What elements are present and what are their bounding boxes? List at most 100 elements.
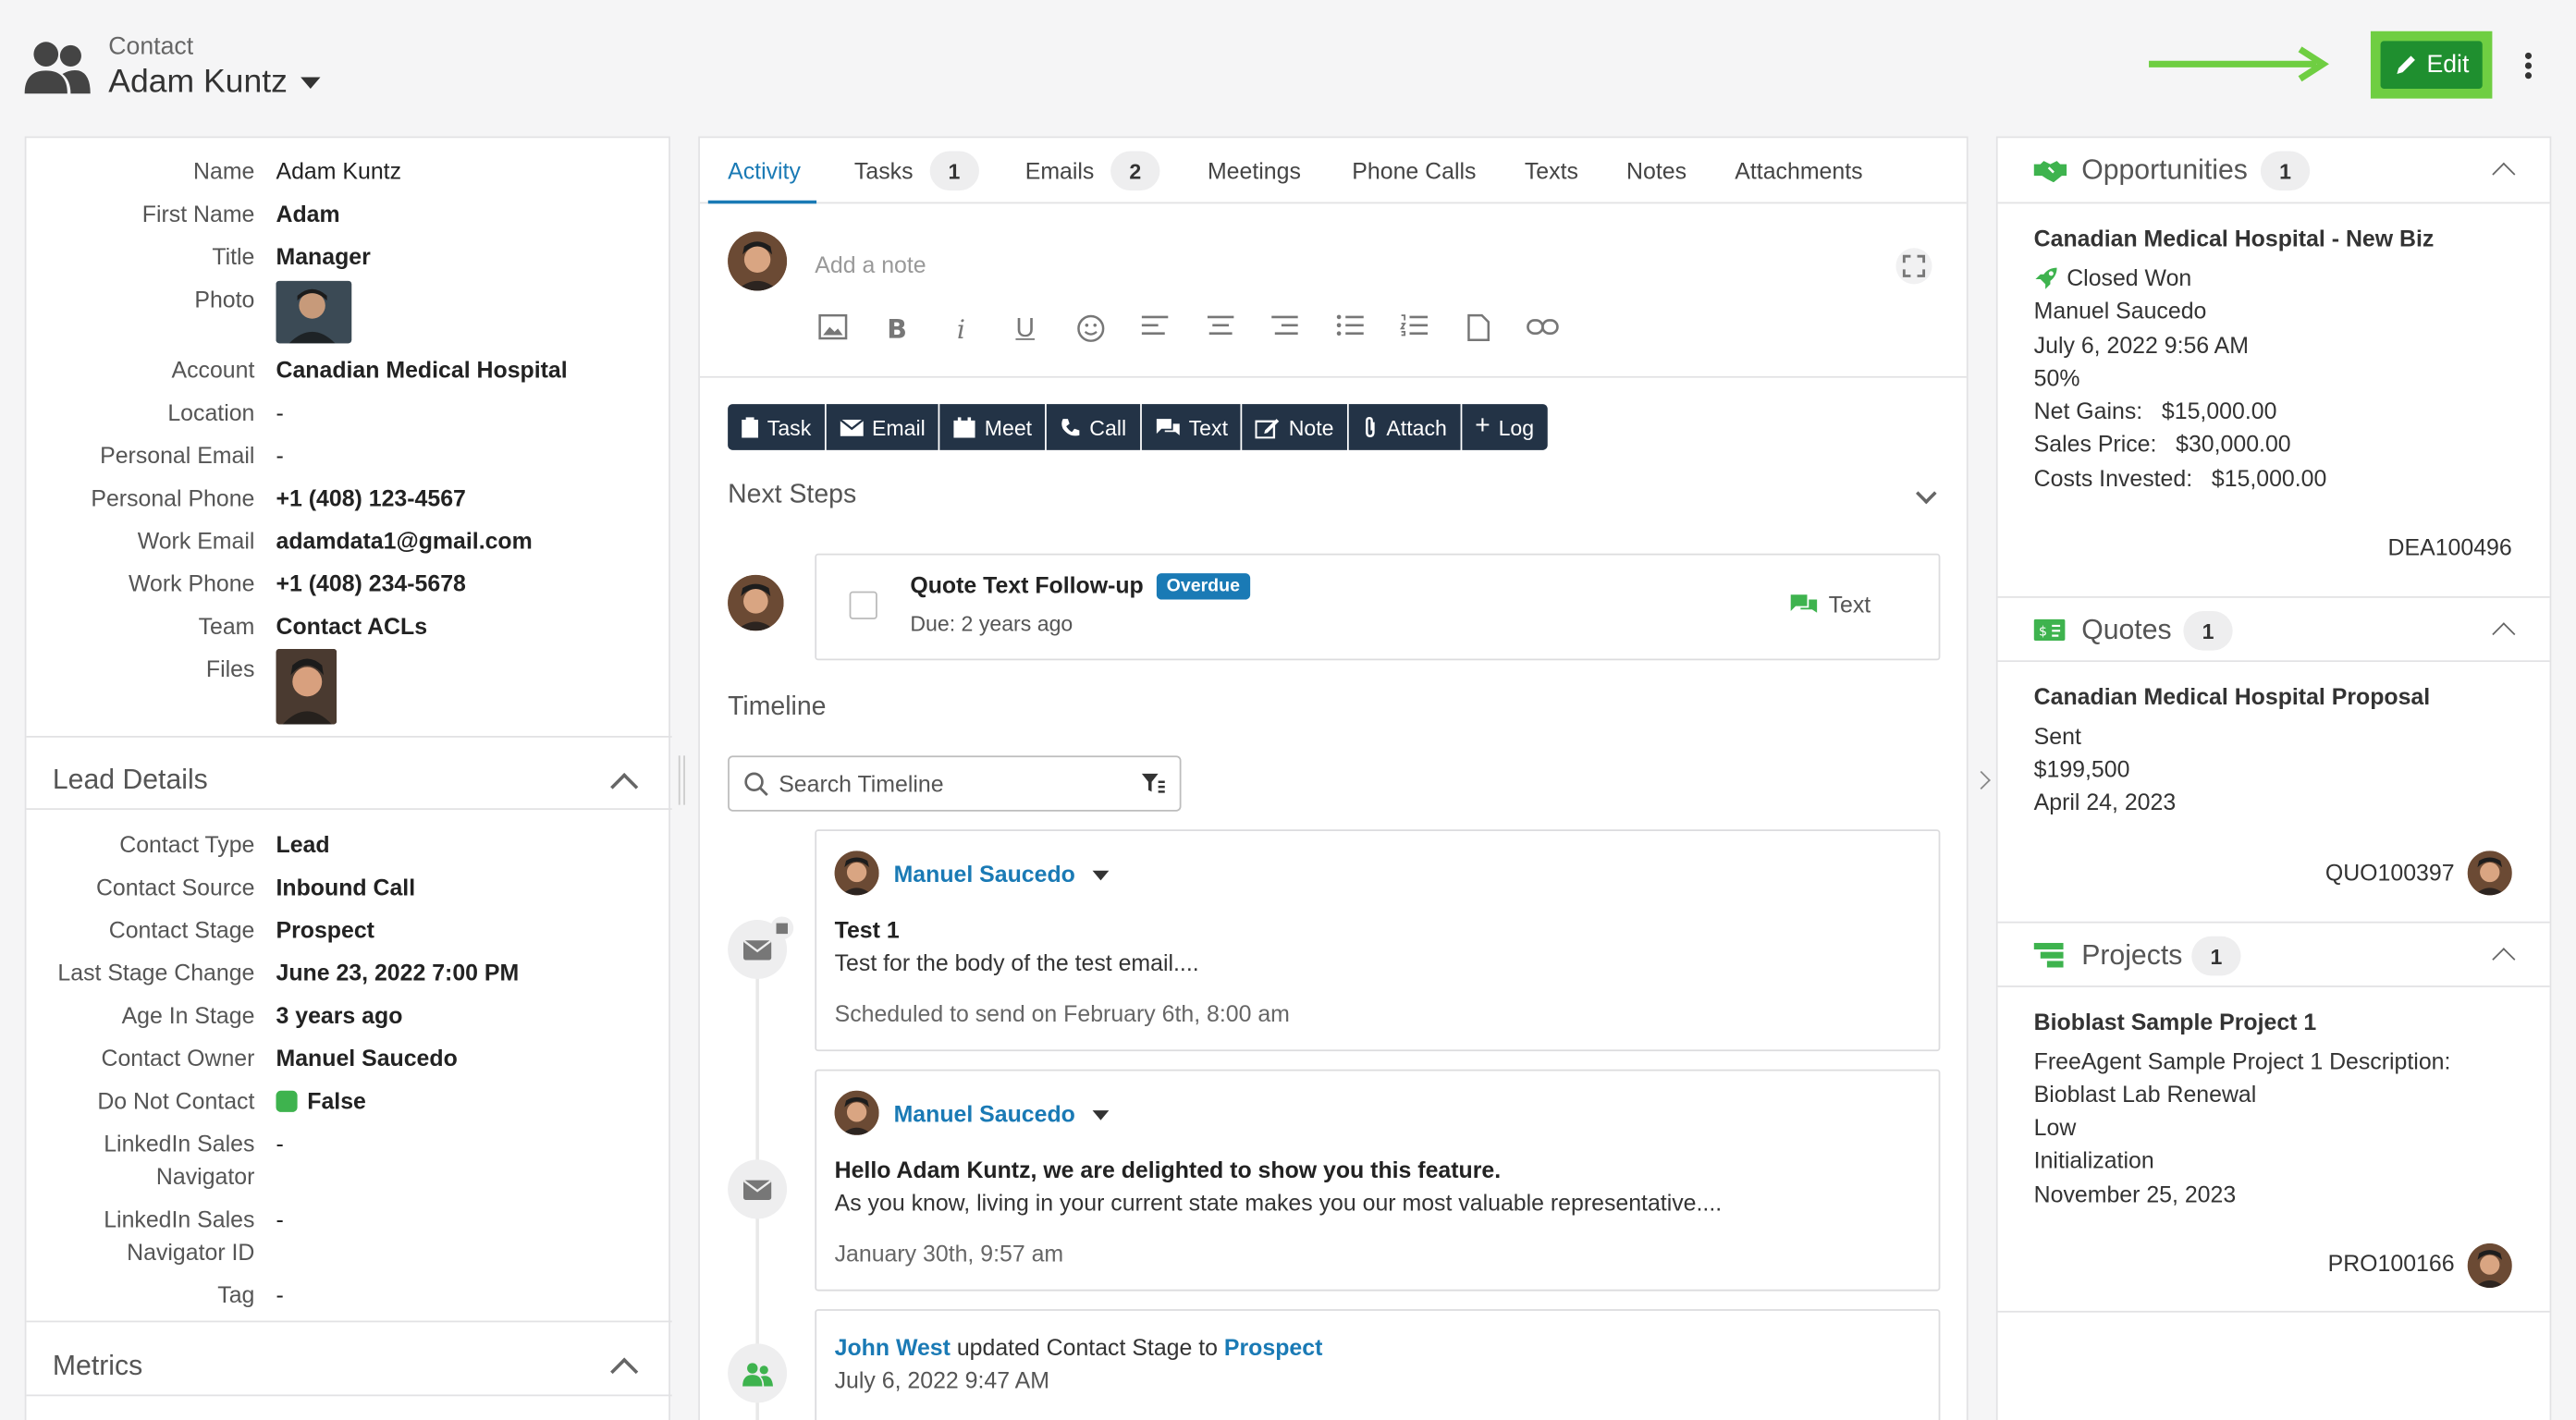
field-value-email[interactable]: adamdata1@gmail.com: [276, 524, 533, 557]
chevron-down-icon[interactable]: [1915, 483, 1937, 505]
chevron-right-icon[interactable]: [1971, 770, 1991, 790]
field-label: Work Email: [137, 527, 255, 554]
note-input[interactable]: Add a note: [815, 251, 926, 277]
document-icon[interactable]: [1462, 313, 1495, 347]
field-label: Team: [198, 612, 255, 640]
log-button[interactable]: + Log: [1461, 404, 1548, 450]
tab-emails[interactable]: Emails 2: [1025, 151, 1160, 191]
task-title[interactable]: Quote Text Follow-up: [910, 571, 1143, 597]
underline-icon[interactable]: U: [1009, 313, 1042, 347]
action-label: Email: [872, 414, 926, 440]
project-priority: Low: [2033, 1113, 2077, 1141]
opportunity-name[interactable]: Canadian Medical Hospital - New Biz: [2034, 222, 2435, 255]
record-title[interactable]: Adam Kuntz: [108, 64, 321, 102]
meet-button[interactable]: Meet: [939, 404, 1046, 450]
field-label: Location: [167, 398, 255, 426]
text-button[interactable]: Text: [1141, 404, 1242, 450]
email-button[interactable]: Email: [826, 404, 938, 450]
tab-label: Notes: [1626, 157, 1687, 185]
task-text-action[interactable]: Text: [1789, 592, 1871, 618]
plus-icon: +: [1475, 411, 1490, 441]
actor-name[interactable]: John West: [835, 1334, 951, 1360]
panel-resize-handle[interactable]: [678, 755, 685, 805]
handshake-icon: [2033, 161, 2067, 183]
expand-icon[interactable]: [1895, 248, 1932, 285]
field-value: June 23, 2022 7:00 PM: [276, 959, 520, 986]
tab-phone-calls[interactable]: Phone Calls: [1352, 158, 1476, 184]
opportunity-costs: Costs Invested: $15,000.00: [2033, 464, 2327, 492]
numbered-list-icon[interactable]: [1398, 313, 1431, 347]
task-action-label: Text: [1828, 591, 1871, 618]
author-name[interactable]: Manuel Saucedo: [894, 861, 1075, 887]
email-meta: Scheduled to send on February 6th, 8:00 …: [834, 1000, 1290, 1027]
overdue-badge: Overdue: [1156, 573, 1250, 600]
field-label: Personal Phone: [91, 484, 255, 511]
field-value-phone[interactable]: +1 (408) 123-4567: [276, 482, 466, 515]
more-options-icon[interactable]: [2519, 51, 2538, 80]
tab-meetings[interactable]: Meetings: [1208, 158, 1301, 184]
paperclip-icon: [1365, 416, 1375, 437]
emoji-icon[interactable]: [1074, 313, 1108, 347]
timeline-entry: Manuel Saucedo Hello Adam Kuntz, we are …: [815, 1069, 1941, 1291]
field-value-stage[interactable]: Prospect: [276, 913, 374, 947]
chevron-down-icon[interactable]: [1092, 1110, 1110, 1120]
timeline-search[interactable]: Search Timeline: [728, 755, 1182, 812]
projects-header[interactable]: Projects 1: [1998, 924, 2550, 989]
task-checkbox[interactable]: [849, 591, 877, 619]
opportunity-status: Closed Won: [2034, 262, 2191, 295]
italic-icon[interactable]: i: [945, 313, 978, 347]
filter-icon[interactable]: [1140, 772, 1166, 795]
attach-button[interactable]: Attach: [1348, 404, 1461, 450]
align-right-icon[interactable]: [1269, 313, 1302, 347]
chevron-up-icon[interactable]: [610, 1357, 639, 1386]
chevron-up-icon[interactable]: [610, 773, 639, 802]
field-value-name[interactable]: Adam Kuntz: [276, 154, 402, 188]
task-button[interactable]: Task: [728, 404, 825, 450]
file-thumbnail[interactable]: [276, 648, 337, 725]
phone-icon: [1061, 418, 1080, 435]
field-value: Adam: [276, 200, 340, 227]
chevron-up-icon[interactable]: [2492, 948, 2516, 972]
quote-id: QUO100397: [2325, 859, 2455, 886]
contact-name: Adam Kuntz: [108, 64, 288, 101]
bullet-list-icon[interactable]: [1334, 313, 1368, 347]
field-value: -: [276, 1206, 284, 1232]
edit-button[interactable]: Edit: [2380, 41, 2483, 89]
search-input[interactable]: Search Timeline: [779, 770, 943, 796]
call-button[interactable]: Call: [1047, 404, 1140, 450]
project-description: FreeAgent Sample Project 1 Description:: [2033, 1047, 2451, 1075]
link-icon[interactable]: [1527, 313, 1560, 347]
field-label: Age In Stage: [121, 1001, 255, 1029]
project-name[interactable]: Bioblast Sample Project 1: [2034, 1005, 2317, 1038]
author-name[interactable]: Manuel Saucedo: [894, 1100, 1075, 1126]
tab-label: Activity: [728, 157, 801, 185]
next-steps-title: Next Steps: [728, 481, 857, 509]
tab-activity[interactable]: Activity: [728, 158, 801, 184]
update-text: updated Contact Stage to: [956, 1333, 1218, 1361]
quotes-header[interactable]: $ Quotes 1: [1998, 598, 2550, 664]
chevron-up-icon[interactable]: [2492, 622, 2516, 646]
chevron-down-icon[interactable]: [1092, 870, 1110, 881]
opportunity-owner[interactable]: Manuel Saucedo: [2034, 294, 2207, 327]
contact-photo[interactable]: [276, 280, 352, 344]
stage-link[interactable]: Prospect: [1224, 1334, 1322, 1360]
field-label: Name: [193, 157, 255, 185]
tab-attachments[interactable]: Attachments: [1735, 158, 1862, 184]
quote-name[interactable]: Canadian Medical Hospital Proposal: [2034, 680, 2431, 714]
note-icon: [1256, 418, 1280, 438]
chevron-up-icon[interactable]: [2492, 162, 2516, 186]
align-left-icon[interactable]: [1138, 313, 1171, 347]
opportunities-header[interactable]: Opportunities 1: [1998, 138, 2550, 203]
tab-texts[interactable]: Texts: [1525, 158, 1578, 184]
note-button[interactable]: Note: [1242, 404, 1347, 450]
image-icon[interactable]: [816, 313, 850, 347]
tab-notes[interactable]: Notes: [1626, 158, 1687, 184]
divider: [699, 375, 1967, 378]
field-value-phone[interactable]: +1 (408) 234-5678: [276, 567, 466, 600]
field-value-account[interactable]: Canadian Medical Hospital: [276, 353, 568, 386]
tab-tasks[interactable]: Tasks 1: [854, 151, 979, 191]
project-owner-avatar: [2467, 1243, 2512, 1289]
bold-icon[interactable]: B: [880, 313, 914, 347]
align-center-icon[interactable]: [1204, 313, 1237, 347]
field-value-owner[interactable]: Manuel Saucedo: [276, 1041, 458, 1074]
